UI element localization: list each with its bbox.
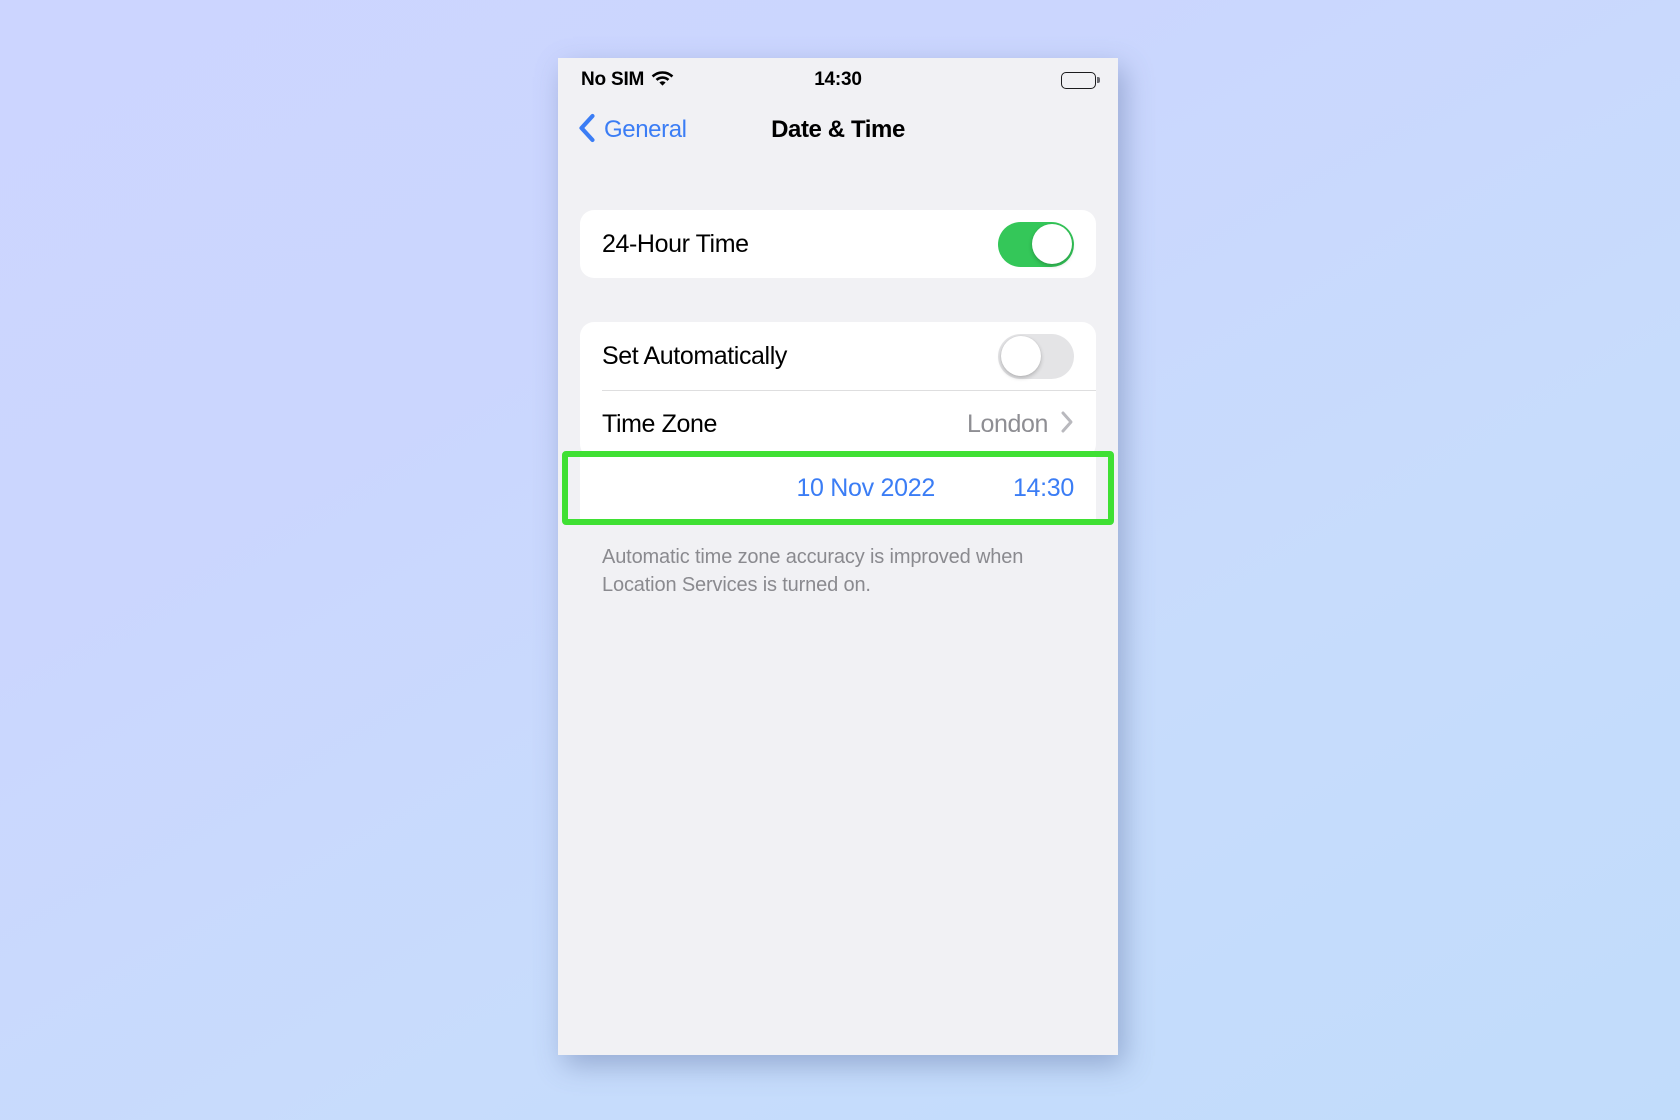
time-value[interactable]: 14:30 [1013, 474, 1074, 503]
toggle-knob [1031, 224, 1072, 264]
chevron-left-icon [578, 113, 595, 148]
phone-screen: No SIM 14:30 General Date & Time 24-Hour… [558, 58, 1118, 1055]
back-button[interactable]: General [578, 113, 687, 148]
status-bar-left: No SIM [581, 69, 674, 91]
row-control: London [967, 410, 1074, 439]
toggle-set-automatically[interactable] [998, 333, 1074, 379]
carrier-label: No SIM [581, 69, 645, 90]
datetime-row-wrapper: 10 Nov 2022 14:30 [562, 451, 1114, 525]
row-time-zone[interactable]: Time Zone London [580, 390, 1096, 458]
time-zone-value: London [966, 409, 1048, 438]
row-control [998, 333, 1074, 379]
row-label: Time Zone [602, 409, 717, 438]
settings-group-display: 24-Hour Time [580, 210, 1096, 278]
date-value[interactable]: 10 Nov 2022 [796, 474, 935, 503]
row-label: Set Automatically [602, 341, 787, 370]
row-date-time[interactable]: 10 Nov 2022 14:30 [580, 457, 1096, 519]
row-24-hour-time[interactable]: 24-Hour Time [580, 210, 1096, 278]
row-label: 24-Hour Time [602, 229, 749, 258]
status-bar-right [1061, 71, 1096, 89]
status-bar: No SIM 14:30 [558, 58, 1118, 102]
battery-icon [1061, 71, 1096, 89]
row-control [998, 221, 1074, 267]
toggle-knob [1000, 336, 1041, 376]
footer-note: Automatic time zone accuracy is improved… [602, 546, 1024, 597]
back-button-label: General [604, 116, 687, 143]
settings-list: 24-Hour Time Set Automatically Time Zone… [558, 210, 1118, 600]
toggle-24-hour-time[interactable] [998, 221, 1074, 267]
navigation-bar: General Date & Time [558, 102, 1118, 158]
wifi-icon [651, 69, 674, 91]
chevron-right-icon [1060, 410, 1074, 439]
row-set-automatically[interactable]: Set Automatically [580, 322, 1096, 390]
settings-group-time: Set Automatically Time Zone London [580, 322, 1096, 458]
